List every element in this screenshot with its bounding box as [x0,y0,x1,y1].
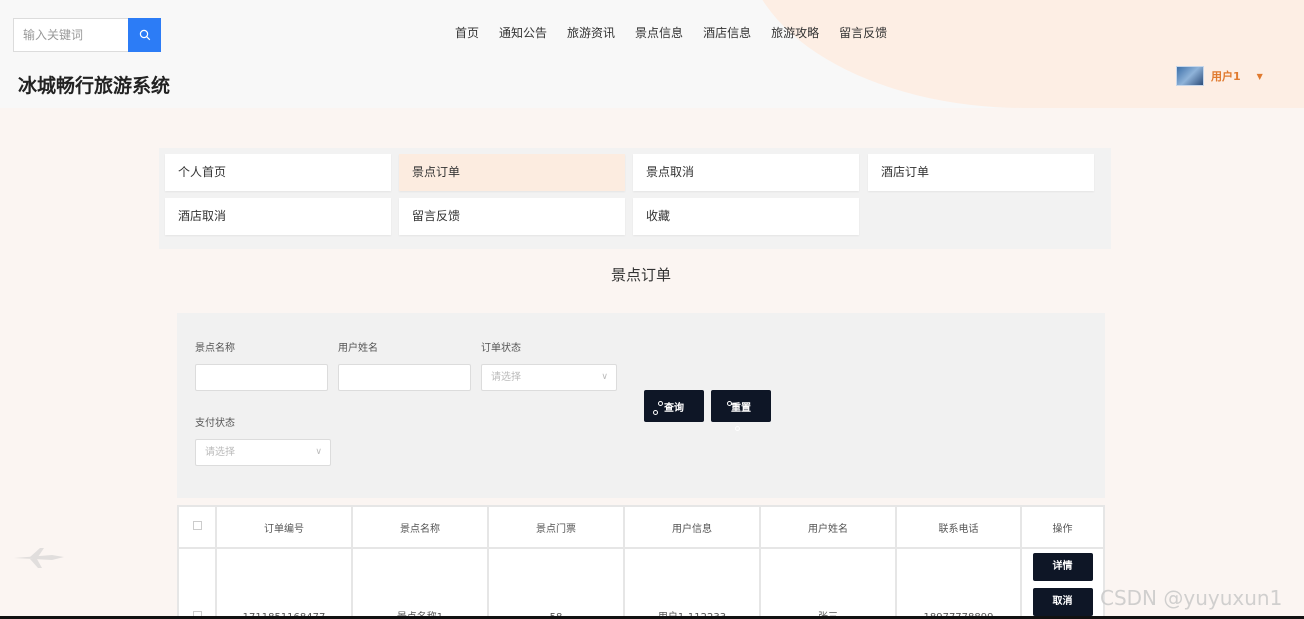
phone-cell: 18977778899 [895,547,1022,619]
nav-notice[interactable]: 通知公告 [499,24,547,41]
caret-down-icon: ▼ [1256,71,1263,81]
row-select-cell [177,547,217,619]
user-name-cell: 张三 [759,547,897,619]
reset-button-label: 重置 [731,402,751,414]
col-ticket: 景点门票 [487,505,625,549]
user-info-cell: 用户1-112233 [623,547,761,619]
table-header-row: 订单编号 景点名称 景点门票 用户信息 用户姓名 联系电话 操作 [177,505,1105,549]
cancel-button[interactable]: 取消 [1032,588,1093,616]
ring-icon [735,426,740,431]
user-menu[interactable]: 用户1 ▼ [1176,66,1263,86]
select-all-checkbox[interactable] [192,521,202,530]
col-user-info: 用户信息 [623,505,761,549]
avatar [1176,66,1204,86]
ticket-cell: 58 [487,547,625,619]
user-name-label: 用户姓名 [338,343,378,354]
reset-button[interactable]: 重置 [711,390,771,431]
scenic-name-input[interactable] [195,364,328,391]
chevron-down-icon: ∨ [315,447,322,457]
col-order-no: 订单编号 [215,505,353,549]
col-phone: 联系电话 [895,505,1022,549]
menu-item-hotel-orders[interactable]: 酒店订单 [868,154,1094,191]
pay-status-select[interactable]: 请选择 ∨ [195,439,331,466]
user-name-input[interactable] [338,364,471,391]
menu-item-scenic-orders[interactable]: 景点订单 [399,154,625,191]
scenic-name-label: 景点名称 [195,343,235,354]
pay-status-placeholder: 请选择 [205,447,235,458]
ring-icon [727,401,732,406]
pay-status-label: 支付状态 [195,418,235,429]
col-user-name: 用户姓名 [759,505,897,549]
order-no-cell: 1711851168477 [215,547,353,619]
airplane-decoration-icon [14,548,64,568]
nav-travel-guide[interactable]: 旅游攻略 [771,24,819,41]
ring-icon [658,401,663,406]
scenic-name-cell: 景点名称1 [351,547,489,619]
ring-icon [653,410,658,415]
col-scenic-name: 景点名称 [351,505,489,549]
table-row: 1711851168477 景点名称1 58 用户1-112233 张三 189… [177,547,1105,619]
nav-feedback[interactable]: 留言反馈 [839,24,887,41]
site-title: 冰城畅行旅游系统 [18,75,171,97]
page-title: 景点订单 [610,266,671,284]
select-all-cell [177,505,217,549]
top-nav: 首页 通知公告 旅游资讯 景点信息 酒店信息 旅游攻略 留言反馈 [455,24,887,41]
menu-item-scenic-cancel[interactable]: 景点取消 [633,154,859,191]
search-icon [139,29,150,41]
query-button[interactable]: 查询 [644,390,704,422]
detail-button[interactable]: 详情 [1032,553,1093,581]
menu-item-feedback[interactable]: 留言反馈 [399,198,625,235]
menu-item-hotel-cancel[interactable]: 酒店取消 [165,198,391,235]
search-button[interactable] [128,18,161,52]
chevron-down-icon: ∨ [601,372,608,382]
menu-item-favorites[interactable]: 收藏 [633,198,859,235]
search-input[interactable]: 输入关键词 [13,18,128,52]
actions-cell: 详情 取消 [1020,547,1105,619]
filter-panel: 景点名称 用户姓名 订单状态 请选择 ∨ 支付状态 请选择 ∨ 查询 重置 [177,313,1105,498]
menu-item-personal-home[interactable]: 个人首页 [165,154,391,191]
order-status-select[interactable]: 请选择 ∨ [481,364,617,391]
col-actions: 操作 [1020,505,1105,549]
query-button-label: 查询 [664,402,684,414]
nav-hotel-info[interactable]: 酒店信息 [703,24,751,41]
nav-home[interactable]: 首页 [455,24,479,41]
nav-travel-news[interactable]: 旅游资讯 [567,24,615,41]
user-name: 用户1 [1211,70,1241,83]
orders-table: 订单编号 景点名称 景点门票 用户信息 用户姓名 联系电话 操作 1711851… [177,505,1105,619]
order-status-placeholder: 请选择 [491,372,521,383]
search-box: 输入关键词 [13,18,161,52]
nav-scenic-info[interactable]: 景点信息 [635,24,683,41]
watermark: CSDN @yuyuxun1 [1100,586,1283,610]
order-status-label: 订单状态 [481,343,521,354]
